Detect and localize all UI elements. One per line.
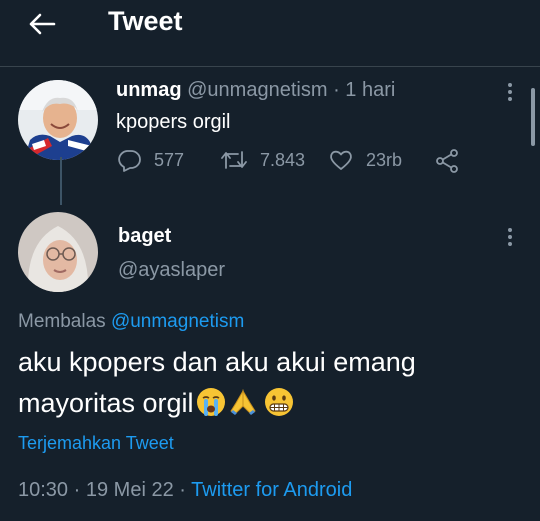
header-divider	[0, 66, 540, 67]
retweet-button[interactable]: 7.843	[220, 148, 305, 172]
tweet-meta-line: 10:30 · 19 Mei 22 · Twitter for Android	[18, 479, 352, 502]
share-button[interactable]	[434, 148, 460, 174]
tweet-time[interactable]: 10:30	[18, 479, 68, 501]
parent-display-name[interactable]: unmag	[116, 79, 182, 101]
tweet-date[interactable]: 19 Mei 22	[86, 479, 174, 501]
more-icon-dot	[508, 90, 512, 94]
folded-hands-icon	[229, 389, 256, 415]
translate-tweet-link[interactable]: Terjemahkan Tweet	[18, 433, 174, 454]
reply-more-button[interactable]	[500, 225, 520, 249]
reply-icon	[118, 150, 141, 172]
like-count: 23rb	[366, 149, 403, 170]
app-header: Tweet	[0, 0, 540, 52]
page-title: Tweet	[108, 6, 183, 36]
meta-separator: ·	[73, 479, 81, 501]
parent-action-bar: 577 7.843 23rb	[116, 148, 476, 178]
reply-text-line2: mayoritas orgil	[18, 388, 194, 418]
more-icon	[508, 228, 512, 232]
reply-button[interactable]: 577	[116, 148, 184, 172]
more-icon-dot	[508, 97, 512, 101]
avatar-baget[interactable]	[18, 212, 98, 292]
thread-connector	[60, 157, 62, 205]
replying-to-link[interactable]: @unmagnetism	[111, 311, 244, 332]
parent-tweet-text: kpopers orgil	[116, 111, 231, 133]
tweet-source-link[interactable]: Twitter for Android	[191, 479, 352, 501]
more-icon-dot	[508, 235, 512, 239]
heart-icon	[330, 150, 352, 170]
reply-tweet-text: aku kpopers dan aku akui emang mayoritas…	[18, 342, 518, 424]
reply-display-name[interactable]: baget	[118, 225, 171, 248]
replying-label: Membalas	[18, 311, 106, 332]
grimacing-face-icon	[264, 388, 293, 416]
back-button[interactable]	[26, 8, 58, 40]
share-icon	[436, 149, 458, 173]
retweet-icon	[221, 151, 247, 169]
arrow-left-icon	[29, 13, 56, 35]
separator-dot: ·	[333, 79, 340, 101]
parent-handle[interactable]: @unmagnetism	[187, 79, 327, 101]
reply-text-line2-wrap: mayoritas orgil	[18, 383, 518, 424]
avatar-unmag[interactable]	[18, 80, 98, 160]
more-icon	[508, 83, 512, 87]
parent-more-button[interactable]	[500, 80, 520, 104]
reply-count: 577	[154, 149, 185, 170]
meta-separator: ·	[179, 479, 186, 501]
retweet-count: 7.843	[260, 149, 306, 170]
parent-time[interactable]: 1 hari	[345, 79, 395, 101]
like-button[interactable]: 23rb	[328, 148, 402, 172]
reply-text-line1: aku kpopers dan aku akui emang	[18, 347, 416, 377]
more-icon-dot	[508, 242, 512, 246]
replying-to-line: Membalas @unmagnetism	[18, 311, 244, 333]
scrollbar[interactable]	[531, 88, 535, 146]
reply-handle[interactable]: @ayaslaper	[118, 259, 225, 282]
parent-tweet-header: unmag @unmagnetism · 1 hari	[116, 79, 395, 102]
loudly-crying-face-icon	[196, 388, 225, 416]
